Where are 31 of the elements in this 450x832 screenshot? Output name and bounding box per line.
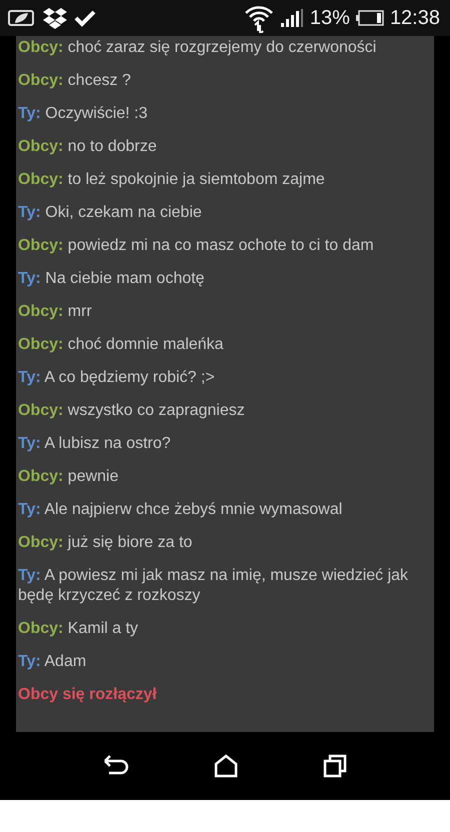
chat-message: Obcy: chcesz ? [18, 71, 132, 91]
signal-icon [280, 8, 304, 28]
clock: 12:38 [390, 6, 440, 30]
wifi-icon [244, 3, 274, 33]
recent-apps-icon[interactable] [323, 754, 348, 778]
chat-message: Ty: A powiesz mi jak masz na imię, musze wiedzieć jak będę krzyczeć z rozkoszy [18, 566, 410, 606]
chat-message: Ty: Na ciebie mam ochotę [18, 269, 206, 289]
chat-message: Ty: Ale najpierw chce żebyś mnie wymasowal [18, 500, 344, 520]
chat-message: Obcy: wszystko co zapragniesz [18, 401, 246, 421]
chat-message: Ty: A co będziemy robić? ;> [18, 368, 216, 388]
chat-message: Ty: A lubisz na ostro? [18, 434, 172, 454]
chat-message: Obcy: choć zaraz się rozgrzejemy do czerwoności [18, 38, 378, 58]
chat-message: Obcy: no to dobrze [18, 137, 158, 157]
disconnect-notice: Obcy się rozłączył [18, 685, 158, 705]
chat-message: Obcy: pewnie [18, 467, 120, 487]
home-icon[interactable] [214, 754, 238, 778]
chat-message: Obcy: Kamil a ty [18, 619, 140, 639]
chat-message: Obcy: mrr [18, 302, 93, 322]
chat-message: Ty: Oki, czekam na ciebie [18, 203, 203, 223]
chat-message: Obcy: choć domnie maleńka [18, 335, 224, 355]
chat-message: Obcy: powiedz mi na co masz ochote to ci to dam [18, 236, 375, 256]
battery-percent: 13% [310, 6, 350, 30]
check-icon [74, 9, 96, 27]
chat-message: Obcy: to leż spokojnie ja siemtobom zajme [18, 170, 326, 190]
back-icon[interactable] [102, 755, 129, 777]
dropbox-icon [42, 6, 68, 30]
chat-message: Obcy: już się biore za to [18, 533, 194, 553]
chat-message: Ty: Oczywiście! :3 [18, 104, 149, 124]
battery-icon [356, 10, 384, 26]
chat-message: Ty: Adam [18, 652, 88, 672]
battery-leaf-icon [6, 8, 36, 28]
